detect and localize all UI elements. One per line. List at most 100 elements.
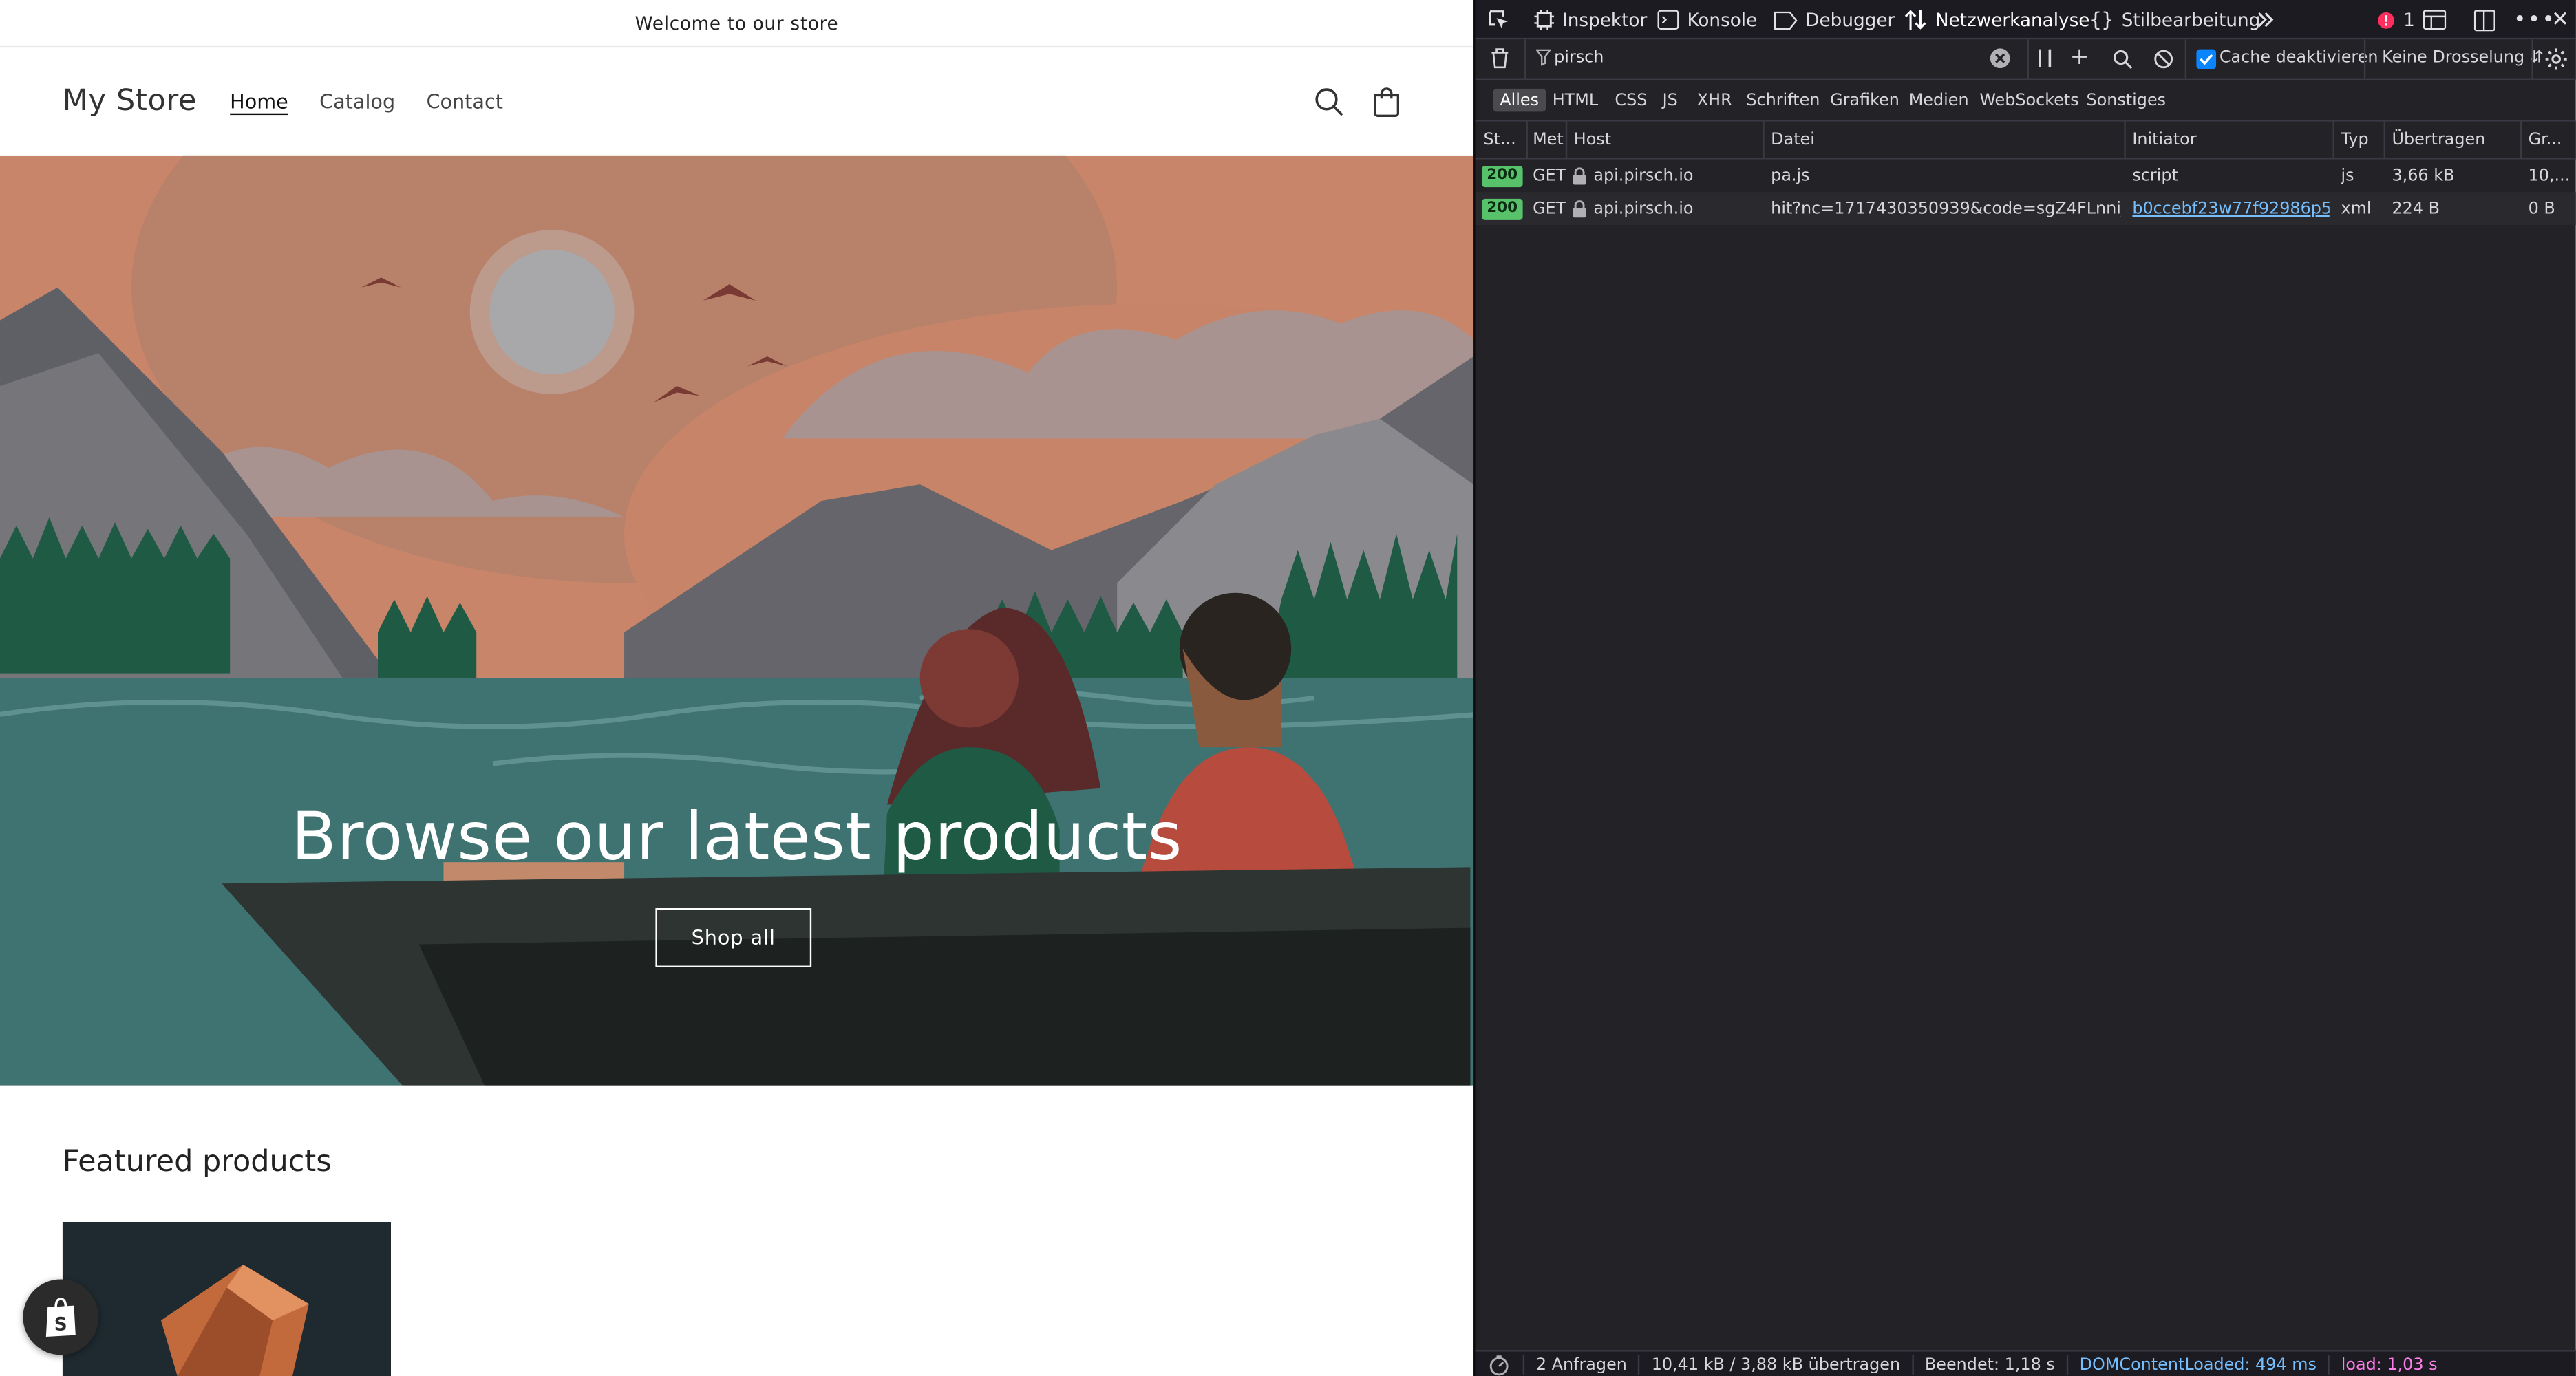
- braces-icon: {}: [2089, 8, 2114, 32]
- request-host-text: api.pirsch.io: [1593, 166, 1694, 185]
- column-status[interactable]: St...: [1483, 122, 1524, 158]
- pause-icon[interactable]: [2039, 49, 2052, 72]
- add-icon[interactable]: +: [2070, 46, 2089, 69]
- status-transferred: 10,41 kB / 3,88 kB übertragen: [1638, 1355, 1912, 1375]
- more-options-icon[interactable]: •••: [2513, 7, 2556, 33]
- announcement-bar: Welcome to our store: [0, 0, 1474, 48]
- type-filter-css[interactable]: CSS: [1608, 89, 1654, 111]
- request-host: api.pirsch.io: [1572, 160, 1761, 193]
- type-filter-js[interactable]: JS: [1656, 89, 1684, 111]
- tab-style-editor-label: Stilbearbeitung: [2121, 9, 2261, 31]
- type-filter-images[interactable]: Grafiken: [1824, 89, 1906, 111]
- request-type: js: [2341, 166, 2354, 185]
- request-host-text: api.pirsch.io: [1593, 200, 1694, 218]
- announcement-text: Welcome to our store: [635, 12, 839, 34]
- error-indicator[interactable]: 1: [2377, 7, 2415, 33]
- console-icon: [1657, 10, 1679, 30]
- type-filter-media[interactable]: Medien: [1902, 89, 1975, 111]
- column-method[interactable]: Met: [1533, 122, 1566, 158]
- request-transferred: 224 B: [2392, 200, 2440, 218]
- request-row[interactable]: 200 GET api.pirsch.io pa.js script js 3,…: [1476, 160, 2576, 193]
- url-filter-input[interactable]: [1554, 45, 1981, 71]
- request-row[interactable]: 200 GET api.pirsch.io hit?nc=17174303509…: [1475, 192, 2576, 226]
- close-devtools-icon[interactable]: ✕: [2551, 7, 2569, 33]
- devtools-toolbar: Inspektor Konsole Debugger Netzwerkanaly…: [1475, 0, 2576, 40]
- request-size: 0 B: [2528, 200, 2555, 218]
- tab-inspector[interactable]: Inspektor: [1534, 7, 1647, 33]
- status-load: load: 1,03 s: [2328, 1355, 2449, 1375]
- search-requests-icon[interactable]: [2113, 50, 2133, 74]
- column-type[interactable]: Typ: [2341, 122, 2382, 158]
- type-filter-all[interactable]: Alles: [1493, 88, 1546, 112]
- nav-home[interactable]: Home: [230, 90, 288, 113]
- request-method: GET: [1533, 166, 1566, 185]
- tab-style-editor[interactable]: {} Stilbearbeitung: [2089, 7, 2260, 33]
- lock-icon: [1573, 166, 1586, 184]
- store-page: Welcome to our store My Store Home Catal…: [0, 0, 1474, 1376]
- request-size: 10,...: [2528, 166, 2570, 185]
- featured-products-heading: Featured products: [62, 1144, 332, 1179]
- dock-side-icon[interactable]: [2473, 7, 2495, 33]
- status-code-badge: 200: [1482, 164, 1523, 186]
- initiator-link-text[interactable]: b0ccebf23w77f92986p5a...: [2132, 200, 2329, 217]
- status-code-badge: 200: [1482, 197, 1523, 219]
- type-filter-fonts[interactable]: Schriften: [1740, 89, 1827, 111]
- type-filter-other[interactable]: Sonstiges: [2080, 89, 2173, 111]
- debugger-icon: [1774, 10, 1798, 29]
- column-file[interactable]: Datei: [1771, 122, 2124, 158]
- request-initiator-link[interactable]: b0ccebf23w77f92986p5a...: [2132, 192, 2329, 225]
- tab-network[interactable]: Netzwerkanalyse: [1904, 7, 2090, 33]
- hero-banner: Browse our latest products Shop all: [0, 155, 1474, 1086]
- shopify-bag-icon[interactable]: S: [23, 1279, 99, 1355]
- tab-console[interactable]: Konsole: [1657, 7, 1757, 33]
- main-nav: Home Catalog Contact: [230, 90, 503, 113]
- inspector-icon: [1534, 10, 1555, 30]
- product-image: [62, 1221, 392, 1376]
- nav-catalog[interactable]: Catalog: [319, 90, 395, 113]
- svg-text:S: S: [54, 1314, 67, 1335]
- column-initiator[interactable]: Initiator: [2132, 122, 2329, 158]
- request-method: GET: [1533, 200, 1566, 218]
- tab-inspector-label: Inspektor: [1562, 9, 1648, 31]
- tab-network-label: Netzwerkanalyse: [1935, 9, 2090, 31]
- filter-funnel-icon: [1535, 49, 1552, 71]
- store-logo[interactable]: My Store: [63, 84, 197, 118]
- error-icon: [2378, 11, 2395, 28]
- shop-all-button[interactable]: Shop all: [655, 908, 812, 967]
- network-status-bar: 2 Anfragen 10,41 kB / 3,88 kB übertragen…: [1475, 1350, 2576, 1376]
- requests-table-header: St... Met Host Datei Initiator Typ Übert…: [1475, 121, 2576, 160]
- column-host[interactable]: Host: [1574, 122, 1755, 158]
- devtools-panel: Inspektor Konsole Debugger Netzwerkanaly…: [1473, 0, 2576, 1376]
- request-file: pa.js: [1771, 166, 1810, 185]
- request-type-filters: Alles HTML CSS JS XHR Schriften Grafiken…: [1475, 80, 2576, 122]
- throttling-value: Keine Drosselung: [2382, 49, 2525, 67]
- type-filter-xhr[interactable]: XHR: [1690, 89, 1738, 111]
- settings-gear-icon[interactable]: [2544, 47, 2567, 76]
- request-initiator: script: [2132, 166, 2178, 185]
- throttling-select[interactable]: Keine Drosselung ⇵: [2382, 50, 2544, 67]
- hero-title: Browse our latest products: [291, 799, 1182, 876]
- status-domcontentloaded: DOMContentLoaded: 494 ms: [2066, 1355, 2328, 1375]
- search-icon[interactable]: [1312, 85, 1345, 118]
- disable-cache-checkbox[interactable]: [2196, 49, 2217, 69]
- column-transferred[interactable]: Übertragen: [2392, 122, 2520, 158]
- cart-icon[interactable]: [1370, 85, 1403, 118]
- element-picker-icon[interactable]: [1487, 7, 1509, 33]
- status-request-count: 2 Anfragen: [1522, 1355, 1639, 1375]
- column-size[interactable]: Gr...: [2529, 122, 2575, 158]
- performance-analysis-icon[interactable]: [1476, 1354, 1523, 1375]
- block-requests-icon[interactable]: [2153, 50, 2173, 74]
- type-filter-websockets[interactable]: WebSockets: [1973, 89, 2085, 111]
- tab-debugger[interactable]: Debugger: [1774, 7, 1895, 33]
- clear-filter-icon[interactable]: [1990, 47, 2011, 74]
- more-tabs-chevron-icon[interactable]: [2255, 7, 2275, 33]
- trash-icon[interactable]: [1490, 47, 1510, 74]
- nav-contact[interactable]: Contact: [427, 90, 503, 113]
- store-header: My Store Home Catalog Contact: [0, 47, 1473, 156]
- type-filter-html[interactable]: HTML: [1546, 89, 1605, 111]
- responsive-design-icon[interactable]: [2423, 7, 2447, 33]
- lock-icon: [1573, 200, 1586, 217]
- error-count: 1: [2403, 9, 2415, 31]
- product-card[interactable]: [62, 1221, 392, 1376]
- tab-console-label: Konsole: [1687, 9, 1758, 31]
